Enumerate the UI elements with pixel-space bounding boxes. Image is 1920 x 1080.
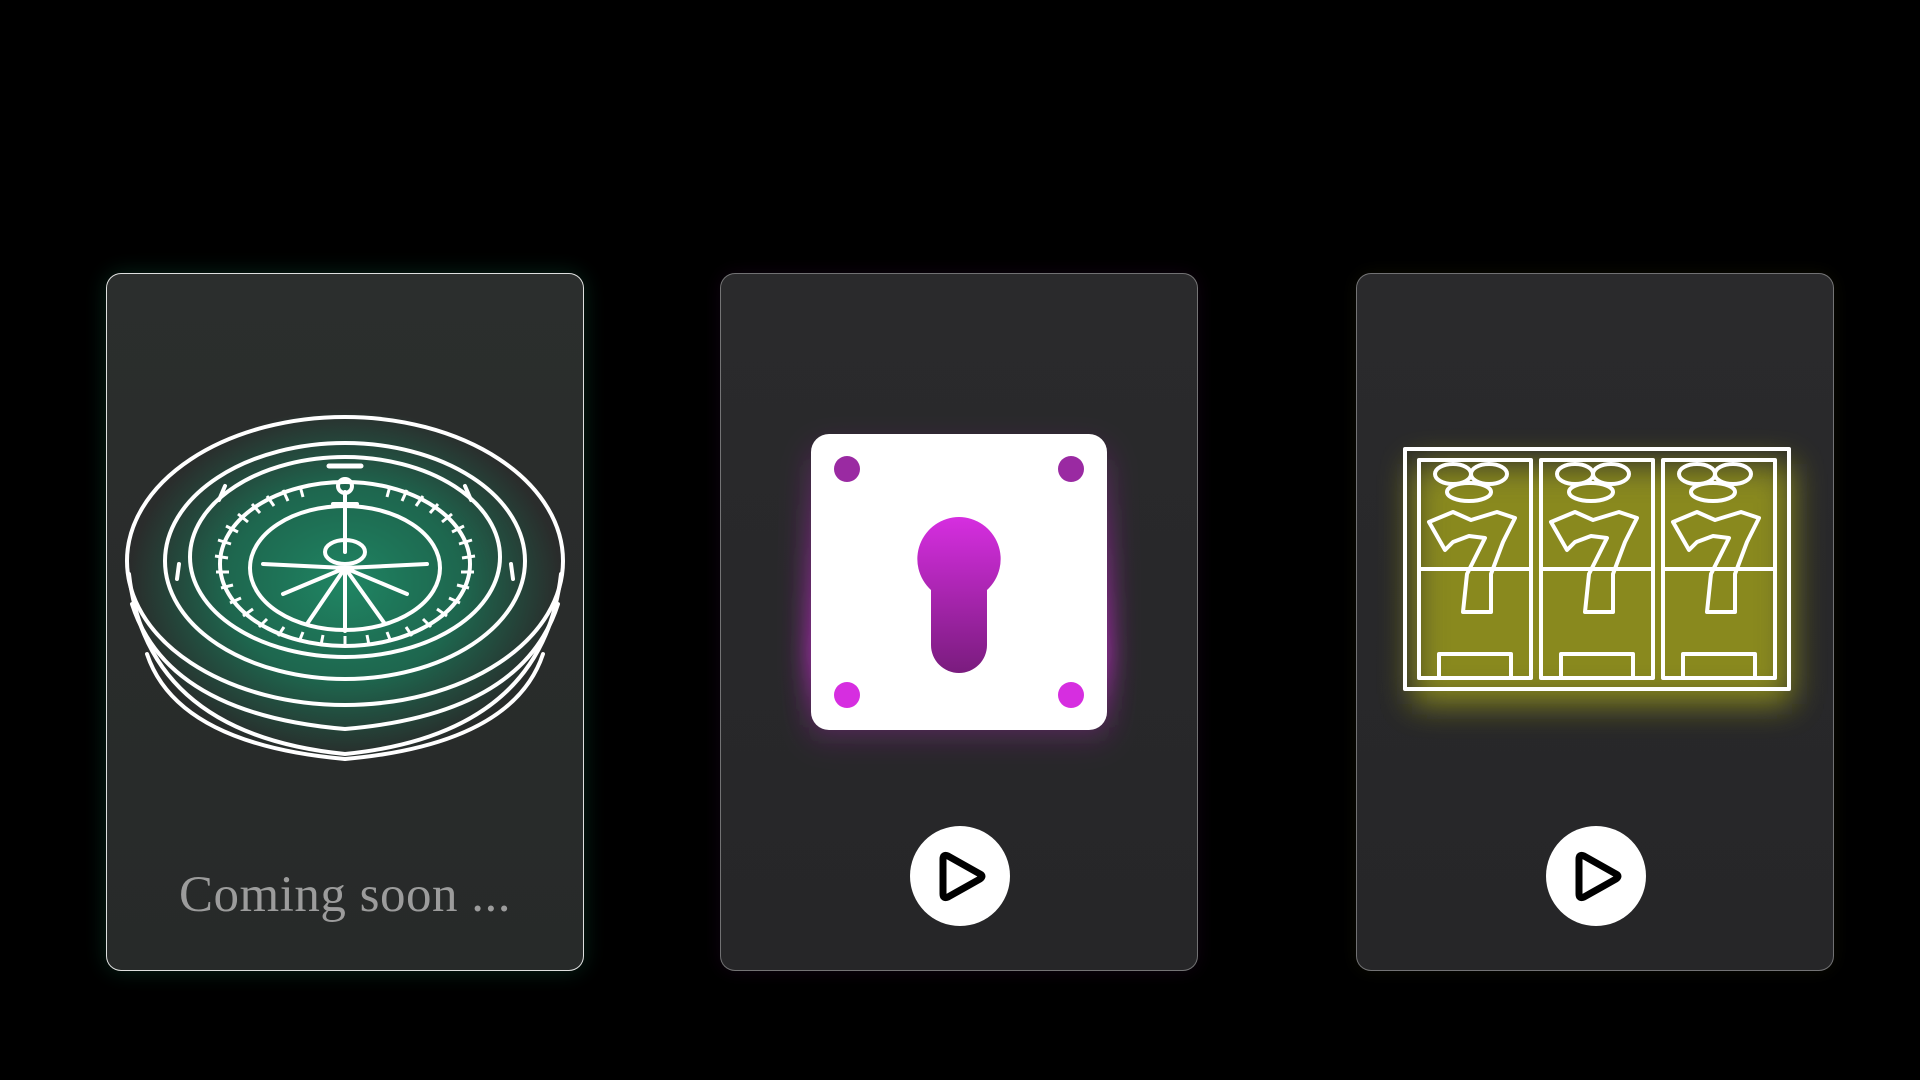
slot-machine-game-card[interactable] bbox=[1356, 273, 1834, 971]
play-button[interactable] bbox=[1546, 826, 1646, 926]
play-icon bbox=[1575, 851, 1622, 902]
play-button[interactable] bbox=[910, 826, 1010, 926]
coming-soon-label: Coming soon ... bbox=[179, 867, 511, 923]
play-icon bbox=[939, 851, 986, 902]
keyhole-game-card[interactable] bbox=[720, 273, 1198, 971]
game-lobby: Coming soon ... bbox=[0, 0, 1920, 1080]
roulette-game-card: Coming soon ... bbox=[106, 273, 584, 971]
